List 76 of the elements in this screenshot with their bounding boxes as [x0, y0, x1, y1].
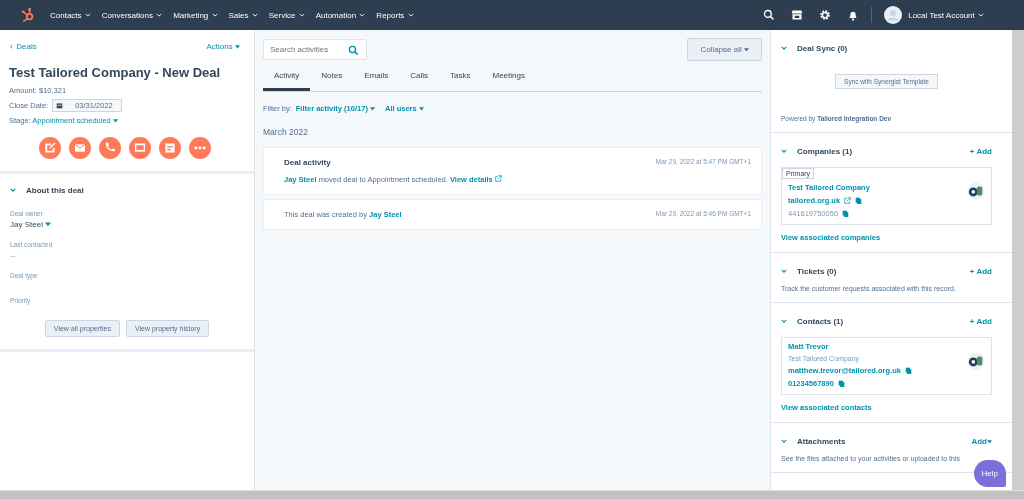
chevron-down-icon [251, 12, 258, 19]
calendar-icon [56, 102, 64, 109]
calendar-icon[interactable] [158, 137, 181, 159]
more-options-icon[interactable] [188, 137, 211, 159]
section-title: Tickets (0) [797, 266, 837, 276]
search-icon[interactable] [763, 9, 776, 21]
add-link[interactable]: Add [971, 436, 992, 446]
external-link-icon [494, 175, 502, 182]
avatar-icon[interactable] [884, 6, 903, 24]
nav-menu-item[interactable]: Conversations [101, 10, 163, 20]
section-title: Companies (1) [797, 146, 853, 156]
dropdown-caret-icon [112, 118, 118, 123]
back-link[interactable]: Deals [9, 42, 37, 51]
chevron-down-icon [407, 12, 414, 19]
company-logo-icon [967, 182, 985, 200]
copy-icon[interactable] [904, 367, 912, 374]
activity-tab[interactable]: Notes [310, 65, 354, 91]
monitor-icon[interactable] [128, 137, 151, 159]
dropdown-caret-icon [987, 438, 992, 444]
copy-icon[interactable] [837, 380, 845, 387]
edit-note-icon[interactable] [38, 137, 61, 159]
add-link[interactable]: + Add [969, 266, 992, 276]
expand-chevron-icon[interactable] [781, 45, 787, 51]
chevron-left-icon [9, 44, 14, 49]
nav-menu-item[interactable]: Contacts [50, 10, 91, 20]
storefront-icon[interactable] [791, 9, 804, 21]
nav-menu-item[interactable]: Marketing [173, 10, 218, 20]
expand-chevron-icon[interactable] [10, 187, 16, 193]
deal-title: Test Tailored Company - New Deal [9, 65, 222, 80]
company-logo-icon [967, 352, 985, 370]
sprocket-logo-icon[interactable] [20, 7, 36, 23]
dropdown-caret-icon [369, 106, 375, 111]
section-title: Deal Sync (0) [797, 43, 848, 53]
expand-chevron-icon[interactable] [781, 148, 787, 154]
copy-icon[interactable] [842, 210, 850, 217]
nav-menu-item[interactable]: Reports [376, 10, 414, 20]
add-link[interactable]: + Add [969, 146, 992, 156]
external-link-icon [844, 197, 852, 204]
activity-title: Deal activity [284, 158, 332, 167]
nav-menu-item[interactable]: Sales [228, 10, 258, 20]
expand-chevron-icon[interactable] [781, 318, 787, 324]
nav-menu-item[interactable]: Automation [315, 10, 366, 20]
chevron-down-icon [211, 12, 218, 19]
settings-icon[interactable] [819, 9, 832, 21]
dropdown-caret-icon [418, 106, 424, 111]
dropdown-caret-icon [744, 47, 749, 52]
activity-tab[interactable]: Emails [353, 65, 400, 91]
search-field[interactable]: Search activities [263, 39, 367, 60]
copy-icon[interactable] [855, 197, 863, 204]
account-menu[interactable]: Local Test Account [908, 10, 984, 20]
section-title: About this deal [26, 185, 84, 195]
envelope-icon[interactable] [68, 137, 91, 159]
deal-owner-dropdown[interactable]: Jay Steel [10, 220, 244, 229]
chevron-down-icon [359, 12, 366, 19]
section-title: Attachments [797, 436, 846, 446]
expand-chevron-icon[interactable] [781, 438, 787, 444]
chevron-down-icon [978, 12, 984, 19]
add-link[interactable]: + Add [969, 316, 992, 326]
phone-icon[interactable] [98, 137, 121, 159]
chevron-down-icon [156, 12, 163, 19]
activity-tab[interactable]: Calls [399, 65, 440, 91]
chevron-down-icon [84, 12, 91, 19]
property-value: -- [10, 251, 17, 260]
activity-tab[interactable]: Activity [263, 65, 311, 91]
section-title: Contacts (1) [797, 316, 844, 326]
nav-menu-item[interactable]: Service [268, 10, 305, 20]
search-icon [348, 45, 359, 56]
collapse-all-button[interactable]: Collapse all [687, 38, 762, 61]
chevron-down-icon [298, 12, 305, 19]
actions-dropdown[interactable]: Actions [206, 42, 240, 51]
activity-tab[interactable]: Tasks [439, 65, 482, 91]
dropdown-caret-icon [235, 44, 240, 49]
activity-tab[interactable]: Meetings [481, 65, 536, 91]
dropdown-caret-icon [45, 221, 52, 227]
month-heading: March 2022 [263, 127, 309, 137]
expand-chevron-icon[interactable] [781, 268, 787, 274]
